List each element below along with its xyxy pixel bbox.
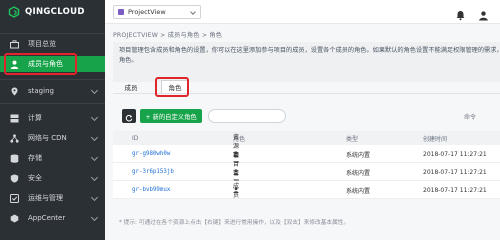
sidebar-item-storage[interactable]: 存储 — [0, 150, 105, 166]
project-color-icon — [118, 9, 124, 15]
table-row[interactable]: gr-bvb99mux 成员 系统内置 2018-07-17 11:27:21 — [113, 181, 500, 199]
sidebar-item-overview[interactable]: 项目总览 — [0, 36, 105, 52]
table-row[interactable]: gr-g980wh0w 资源管理员 系统内置 2018-07-17 11:27:… — [113, 134, 500, 177]
created-time: 2018-07-17 11:27:21 — [423, 186, 487, 194]
brand-name: QINGCLOUD — [25, 7, 85, 17]
column-header-id[interactable]: ID — [132, 131, 138, 145]
role-type: 系统内置 — [346, 187, 371, 195]
role-id-link[interactable]: gr-3r6p153jb — [132, 163, 174, 181]
sidebar-item-label: 安全 — [28, 174, 42, 182]
search-input[interactable] — [208, 109, 286, 123]
sidebar-item-label: 运维与管理 — [28, 194, 63, 202]
topbar: ProjectView — [105, 0, 500, 24]
server-icon — [10, 114, 19, 123]
apps-icon — [10, 214, 19, 223]
sidebar-item-label: AppCenter — [28, 214, 66, 222]
chevron-down-icon — [190, 9, 196, 15]
location-pin-icon — [10, 87, 19, 96]
column-header-time[interactable]: 创建时间 — [423, 131, 447, 145]
user-avatar-icon[interactable] — [478, 6, 489, 21]
description-line: 角色。 — [119, 57, 138, 64]
sidebar-item-network-cdn[interactable]: 网络与 CDN — [0, 130, 105, 146]
role-id-link[interactable]: gr-g980wh0w — [132, 145, 170, 163]
notification-icon[interactable] — [455, 6, 466, 21]
refresh-icon — [125, 107, 133, 126]
chevron-down-icon — [90, 213, 99, 222]
sidebar-item-appcenter[interactable]: AppCenter — [0, 210, 105, 226]
sidebar-item-zone[interactable]: staging — [0, 83, 105, 99]
toolbar-right-text[interactable]: 命令 — [464, 112, 476, 121]
project-select[interactable]: ProjectView — [113, 5, 201, 19]
sidebar-item-label: 存储 — [28, 154, 42, 162]
sidebar-item-label: staging — [28, 87, 54, 95]
refresh-button[interactable] — [122, 109, 136, 123]
footnote: * 提示: 可通过在各个资源上点击【右键】来进行常用操作，以及【双击】来修改基本… — [119, 220, 350, 226]
role-type: 系统内置 — [346, 151, 371, 159]
chevron-down-icon — [90, 153, 99, 162]
sidebar-item-ops[interactable]: 运维与管理 — [0, 190, 105, 206]
role-name: 项目管理员 — [233, 152, 240, 195]
description-box: 项目管理包含成员和角色的设置，你可以在这里添加参与项目的成员，设置各个成员的角色… — [113, 42, 500, 82]
table-header: ID 角色 类型 创建时间 — [113, 131, 500, 145]
sidebar-item-label: 网络与 CDN — [28, 134, 67, 142]
description-line: 项目管理包含成员和角色的设置，你可以在这里添加参与项目的成员，设置各个成员的角色… — [119, 47, 500, 54]
created-time: 2018-07-17 11:27:21 — [423, 168, 487, 176]
project-name: ProjectView — [128, 8, 166, 16]
network-icon — [10, 133, 19, 143]
chevron-down-icon — [90, 193, 99, 202]
red-highlight-box — [4, 53, 77, 75]
red-highlight-box — [155, 77, 189, 97]
column-header-type[interactable]: 类型 — [346, 131, 358, 145]
sidebar-item-compute[interactable]: 计算 — [0, 110, 105, 126]
created-time: 2018-07-17 11:27:21 — [423, 150, 487, 158]
divider — [0, 103, 105, 104]
shield-icon — [10, 173, 19, 183]
qingcloud-logo-icon — [8, 6, 20, 18]
brand[interactable]: QINGCLOUD — [0, 0, 105, 24]
main-content: PROJECTVIEW > 成员与角色 > 角色 项目管理包含成员和角色的设置，… — [105, 24, 500, 240]
storage-icon — [10, 154, 19, 163]
tools-icon — [10, 193, 19, 203]
sidebar-item-label: 项目总览 — [28, 40, 56, 48]
divider — [0, 33, 105, 34]
chevron-down-icon — [90, 113, 99, 122]
chevron-down-icon — [90, 173, 99, 182]
chevron-down-icon — [90, 86, 99, 95]
new-custom-role-button[interactable]: + 新的自定义角色 — [140, 109, 202, 123]
breadcrumb: PROJECTVIEW > 成员与角色 > 角色 — [113, 32, 223, 39]
app-window: QINGCLOUD 项目总览 成员与角色 staging 计算 网络与 CDN — [0, 0, 500, 240]
chevron-down-icon — [90, 133, 99, 142]
toolbar: + 新的自定义角色 命令 — [113, 109, 500, 125]
role-id-link[interactable]: gr-bvb99mux — [132, 181, 170, 199]
briefcase-icon — [10, 39, 19, 49]
role-name: 成员 — [233, 183, 240, 199]
role-type: 系统内置 — [346, 169, 371, 177]
sidebar-item-label: 计算 — [28, 114, 42, 122]
table-row[interactable]: gr-3r6p153jb 项目管理员 系统内置 2018-07-17 11:27… — [113, 152, 500, 195]
divider — [0, 79, 105, 80]
sidebar-item-security[interactable]: 安全 — [0, 170, 105, 186]
tab-members[interactable]: 成员 — [119, 80, 143, 94]
sidebar: QINGCLOUD 项目总览 成员与角色 staging 计算 网络与 CDN — [0, 0, 105, 240]
